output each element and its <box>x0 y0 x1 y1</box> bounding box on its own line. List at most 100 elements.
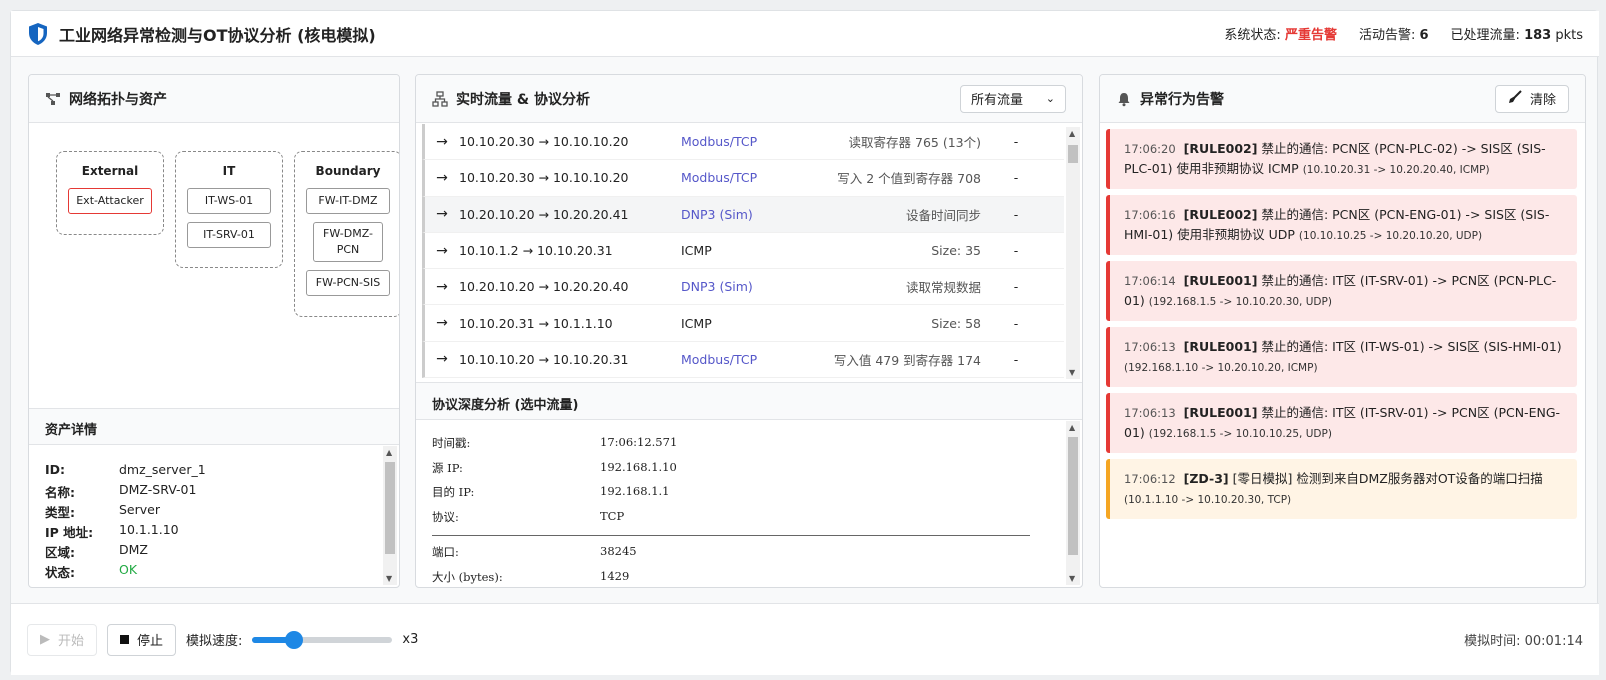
alerts-panel-header: 异常行为告警 清除 <box>1100 75 1585 123</box>
active-alerts: 活动告警: 6 <box>1358 28 1429 43</box>
control-bar: ▶ 开始 停止 模拟速度: x3 模拟时间: 00:01:14 <box>11 603 1599 675</box>
system-status: 系统状态: 严重告警 <box>1224 28 1337 43</box>
asset-zone: DMZ <box>119 542 148 557</box>
asset-id: dmz_server_1 <box>119 462 206 477</box>
asset-type: Server <box>119 502 160 517</box>
speed-label: 模拟速度: <box>186 634 243 649</box>
divider <box>432 535 1030 536</box>
flow-row[interactable]: → 10.10.20.30 → 10.10.10.20 Modbus/TCP 写入 2… <box>422 160 1064 197</box>
zone-title: IT <box>222 164 236 178</box>
node-it-ws-01[interactable]: IT-WS-01 <box>187 188 271 214</box>
bell-icon <box>1116 91 1132 107</box>
asset-name: DMZ-SRV-01 <box>119 482 197 497</box>
arrow-right-icon: → <box>436 133 448 150</box>
header: 工业网络异常检测与OT协议分析 (核电模拟) 系统状态: 严重告警 活动告警: … <box>11 11 1599 57</box>
arrow-right-icon: → <box>436 242 448 259</box>
clear-alerts-button[interactable]: 清除 <box>1494 84 1569 113</box>
topology-title: 网络拓扑与资产 <box>69 91 167 108</box>
start-button[interactable]: ▶ 开始 <box>27 623 98 656</box>
deep-analysis: 时间戳: 17:06:12.571 源 IP: 192.168.1.10 目的 IP… <box>416 421 1064 587</box>
asset-details: ID: dmz_server_1 名称: DMZ-SRV-01 类型: Server … <box>29 446 381 587</box>
zone-title: Boundary <box>315 164 381 178</box>
asset-row: 状态: OK <box>45 562 138 580</box>
alert-item[interactable]: 17:06:20 [RULE002] 禁止的通信: PCN区 (PCN-PLC-0… <box>1106 129 1577 189</box>
node-it-srv-01[interactable]: IT-SRV-01 <box>187 222 271 248</box>
deep-scrollbar[interactable]: ▲ ▼ <box>1066 421 1080 585</box>
system-status-value: 严重告警 <box>1284 28 1337 43</box>
processed-traffic-count: 183 <box>1524 28 1552 43</box>
topology-panel-header: 网络拓扑与资产 <box>29 75 399 123</box>
arrow-right-icon: → <box>436 278 448 295</box>
speed-value: x3 <box>402 632 419 647</box>
sim-time-value: 00:01:14 <box>1524 634 1583 649</box>
deep-row: 端口: 38245 <box>432 544 637 559</box>
app-title: 工业网络异常检测与OT协议分析 (核电模拟) <box>59 25 376 45</box>
traffic-filter-value: 所有流量 <box>971 93 1024 108</box>
header-stats: 系统状态: 严重告警 活动告警: 6 已处理流量: 183 pkts <box>1224 24 1583 43</box>
deep-row: 大小 (bytes): 1429 <box>432 568 630 584</box>
active-alerts-count: 6 <box>1419 28 1429 43</box>
app-window: 工业网络异常检测与OT协议分析 (核电模拟) 系统状态: 严重告警 活动告警: … <box>10 10 1599 675</box>
flow-list: → 10.10.20.30 → 10.10.10.20 Modbus/TCP 读取寄存… <box>416 124 1064 382</box>
alert-item[interactable]: 17:06:12 [ZD-3] [零日模拟] 检测到来自DMZ服务器对OT设备的端… <box>1106 459 1577 519</box>
zone-boundary[interactable]: Boundary FW-IT-DMZ FW-DMZ-PCN FW-PCN-SIS <box>294 151 399 317</box>
traffic-panel: 实时流量 & 协议分析 所有流量 ⌄ → 10.10.20.30 → 10.10.… <box>415 74 1083 588</box>
asset-details-title: 资产详情 <box>29 408 399 445</box>
node-fw-dmz-pcn[interactable]: FW-DMZ-PCN <box>313 222 383 262</box>
deep-row: 源 IP: 192.168.1.10 <box>432 459 677 475</box>
deep-row: 目的 IP: 192.168.1.1 <box>432 484 670 499</box>
stop-icon <box>120 635 130 644</box>
alerts-panel: 异常行为告警 清除 17:06:20 [RULE002] 禁止的通信: PCN区 … <box>1099 74 1586 588</box>
node-ext-attacker[interactable]: Ext-Attacker <box>68 188 152 214</box>
flow-row[interactable]: → 10.20.10.20 → 10.20.20.41 DNP3 (Sim) 设备时间… <box>422 196 1064 233</box>
traffic-panel-header: 实时流量 & 协议分析 所有流量 ⌄ <box>416 75 1082 123</box>
asset-scrollbar[interactable]: ▲ ▼ <box>383 446 397 585</box>
topology-icon <box>45 91 61 107</box>
stop-button[interactable]: 停止 <box>107 623 177 656</box>
chevron-down-icon: ⌄ <box>1045 92 1055 105</box>
asset-ip: 10.1.1.10 <box>119 522 179 537</box>
arrow-right-icon: → <box>436 351 448 368</box>
flow-scrollbar[interactable]: ▲ ▼ <box>1066 127 1080 379</box>
scrollbar-thumb[interactable] <box>385 462 395 554</box>
scrollbar-thumb[interactable] <box>1068 437 1078 555</box>
flow-row[interactable]: → 10.20.10.20 → 10.20.20.40 DNP3 (Sim) 读取常规… <box>422 269 1064 306</box>
alert-item[interactable]: 17:06:14 [RULE001] 禁止的通信: IT区 (IT-SRV-01)… <box>1106 261 1577 321</box>
alert-item[interactable]: 17:06:16 [RULE002] 禁止的通信: PCN区 (PCN-ENG-0… <box>1106 195 1577 255</box>
scrollbar-thumb[interactable] <box>1068 145 1078 163</box>
processed-traffic: 已处理流量: 183 pkts <box>1450 28 1583 43</box>
play-icon: ▶ <box>40 632 50 647</box>
alert-item[interactable]: 17:06:13 [RULE001] 禁止的通信: IT区 (IT-SRV-01)… <box>1106 393 1577 453</box>
broom-icon <box>1508 89 1522 108</box>
shield-icon <box>29 22 47 45</box>
flow-row[interactable]: → 10.10.10.20 → 10.10.20.31 Modbus/TCP 写入值 … <box>422 341 1064 379</box>
traffic-filter-select[interactable]: 所有流量 ⌄ <box>960 84 1066 113</box>
arrow-right-icon: → <box>436 315 448 332</box>
node-fw-pcn-sis[interactable]: FW-PCN-SIS <box>306 270 390 296</box>
zone-external[interactable]: External Ext-Attacker <box>56 151 164 235</box>
alert-item[interactable]: 17:06:13 [RULE001] 禁止的通信: IT区 (IT-WS-01) … <box>1106 327 1577 387</box>
asset-row: 名称: DMZ-SRV-01 <box>45 482 197 500</box>
arrow-right-icon: → <box>436 169 448 186</box>
speed-slider-knob[interactable] <box>285 630 304 649</box>
asset-row: 区域: DMZ <box>45 542 148 560</box>
topology-canvas: External Ext-Attacker IT IT-WS-01 IT-SRV… <box>29 124 399 408</box>
zone-title: External <box>81 164 139 178</box>
alerts-title: 异常行为告警 <box>1140 91 1224 108</box>
deep-row: 协议: TCP <box>432 508 625 524</box>
asset-row: 类型: Server <box>45 502 160 520</box>
topology-panel: 网络拓扑与资产 External Ext-Attacker IT IT-WS-0… <box>28 74 400 588</box>
zone-it[interactable]: IT IT-WS-01 IT-SRV-01 <box>175 151 283 268</box>
asset-row: ID: dmz_server_1 <box>45 462 365 482</box>
sim-time: 模拟时间: 00:01:14 <box>1464 634 1583 649</box>
alert-list: 17:06:20 [RULE002] 禁止的通信: PCN区 (PCN-PLC-0… <box>1106 129 1577 525</box>
flow-row[interactable]: → 10.10.1.2 → 10.10.20.31 ICMP Size: 35- <box>422 232 1064 270</box>
flow-row[interactable]: → 10.10.20.31 → 10.1.1.10 ICMP Size: 58- <box>422 305 1064 342</box>
arrow-right-icon: → <box>436 206 448 223</box>
traffic-title: 实时流量 & 协议分析 <box>456 91 590 108</box>
deep-analysis-title: 协议深度分析 (选中流量) <box>416 382 1082 420</box>
network-icon <box>432 90 448 107</box>
node-fw-it-dmz[interactable]: FW-IT-DMZ <box>306 188 390 214</box>
speed-slider[interactable] <box>252 630 393 649</box>
flow-row[interactable]: → 10.10.20.30 → 10.10.10.20 Modbus/TCP 读取寄存… <box>422 124 1064 161</box>
